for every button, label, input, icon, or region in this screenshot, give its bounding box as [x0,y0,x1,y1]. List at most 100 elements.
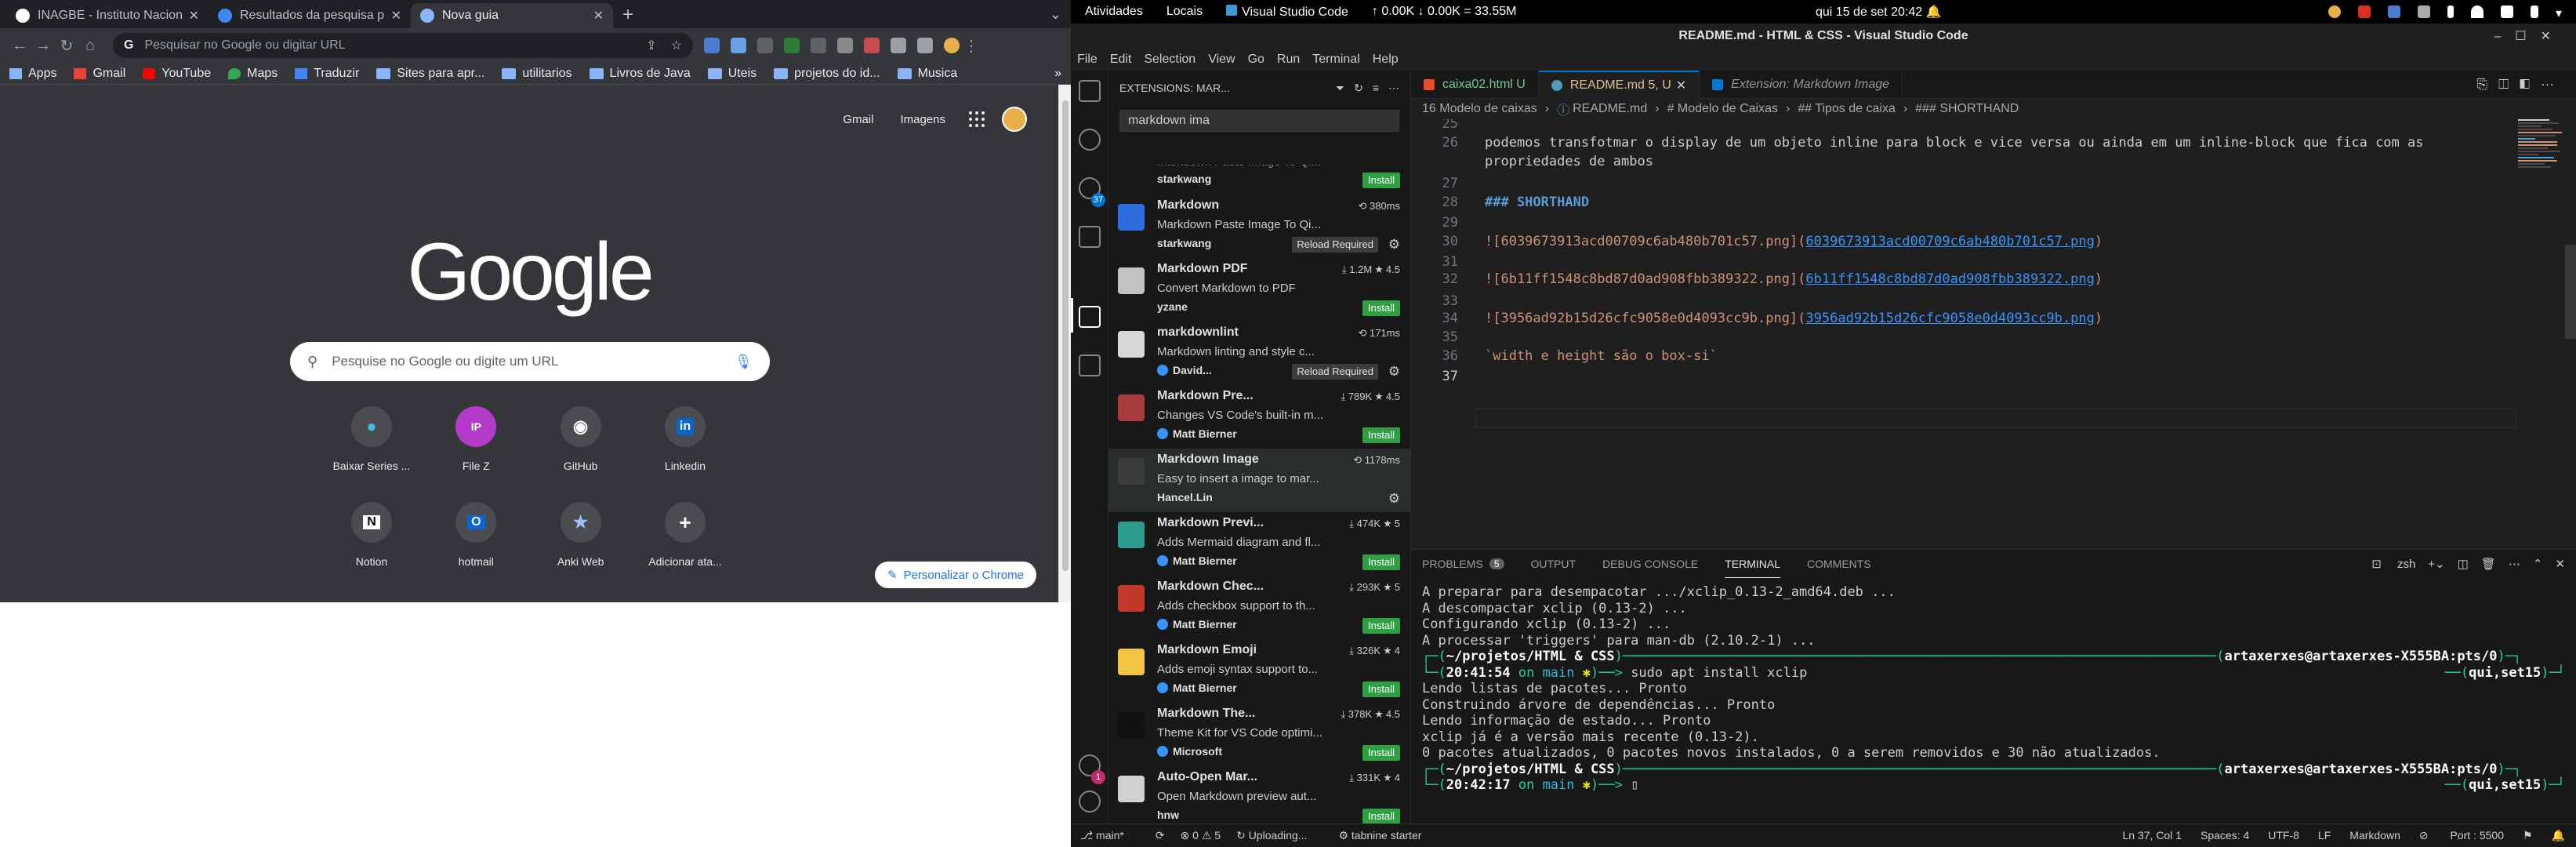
extension-item[interactable]: Markdown Image ⟲ 1178ms Easy to insert a i… [1108,449,1411,512]
explorer-icon[interactable] [1079,80,1101,102]
install-button[interactable]: Install [1362,682,1400,697]
install-button[interactable]: Install [1362,300,1400,316]
activities-button[interactable]: Atividades [1085,5,1143,19]
reload-icon[interactable]: ↻ [55,36,78,56]
volume-icon[interactable] [2500,5,2513,18]
indentation[interactable]: Spaces: 4 [2200,829,2249,842]
extension-item[interactable]: Markdown Pre... ⤓ 789K ★ 4.5 Changes VS Co… [1108,385,1411,449]
chrome-tray-icon[interactable] [2327,5,2341,18]
feedback-icon[interactable]: ⚑ [2523,829,2533,842]
more-actions-icon[interactable]: ⋯ [1388,82,1399,95]
extension-item[interactable]: Markdown Emoji ⤓ 326K ★ 4 Adds emoji synta… [1108,639,1411,703]
breadcrumb-item[interactable]: 16 Modelo de caixas [1422,102,1537,116]
omnibox[interactable]: G Pesquisar no Google ou digitar URL ⇪ ☆ [113,33,693,58]
notifications-bell-icon[interactable]: 🔔 [2552,829,2565,842]
link-url[interactable]: 3956ad92b15d26cfc9058e0d4093cc9b.png [1805,311,2094,326]
home-icon[interactable]: ⌂ [78,37,102,55]
install-button[interactable]: Install [1362,809,1400,823]
tray-app-icon[interactable] [2417,5,2430,18]
customize-chrome-button[interactable]: ✎ Personalizar o Chrome [875,562,1036,588]
menu-go[interactable]: Go [1248,53,1264,67]
manage-gear-icon[interactable]: ⚙ [1388,237,1400,253]
install-button[interactable]: Install [1362,427,1400,443]
share-icon[interactable]: ⇪ [646,38,656,53]
encoding[interactable]: UTF-8 [2268,829,2299,842]
extension-icon[interactable] [731,38,746,53]
extensions-icon[interactable] [1079,306,1101,328]
live-server-port[interactable]: ⊘ Port : 5500 [2419,829,2504,842]
extension-item[interactable]: Markdown Paste Image To Qi... starkwang In… [1108,165,1411,194]
places-menu[interactable]: Locais [1166,5,1203,19]
chrome-menu-icon[interactable]: ⋮ [960,36,983,56]
tabnine-indicator[interactable]: ⚙ tabnine starter [1338,829,1437,842]
bookmark-folder[interactable]: Musica [897,67,957,81]
close-tab-icon[interactable]: ✕ [189,8,199,24]
extension-icon[interactable] [864,38,880,53]
close-tab-icon[interactable]: ✕ [1676,78,1686,93]
tab-debug-console[interactable]: DEBUG CONSOLE [1602,550,1698,578]
menu-run[interactable]: Run [1277,53,1300,67]
filter-icon[interactable]: ⏷ [1336,82,1344,95]
problems-indicator[interactable]: ⊗ 0 ⚠ 5 [1181,829,1221,842]
menu-file[interactable]: File [1077,53,1098,67]
end-of-line[interactable]: LF [2318,829,2331,842]
tab-readme[interactable]: README.md 5, U ✕ [1538,71,1700,99]
close-tab-icon[interactable]: ✕ [593,8,604,24]
search-icon[interactable] [1079,129,1101,151]
extension-item[interactable]: Markdown Chec... ⤓ 293K ★ 5 Adds checkbox … [1108,576,1411,639]
manage-gear-icon[interactable] [1079,791,1101,812]
menu-terminal[interactable]: Terminal [1312,53,1359,67]
window-controls[interactable]: –☐✕ [2494,28,2565,44]
extensions-search-input[interactable]: markdown ima [1119,110,1399,132]
menu-edit[interactable]: Edit [1110,53,1132,67]
close-tab-icon[interactable]: ✕ [391,8,401,24]
tab-output[interactable]: OUTPUT [1531,550,1576,578]
sidepanel-icon[interactable] [917,38,933,53]
tab-problems[interactable]: PROBLEMS 5 [1422,550,1504,578]
link-url[interactable]: 6039673913acd00709c6ab480b701c57.png [1805,234,2094,249]
editor-actions[interactable]: ⎘◫◧⋯ [2477,71,2565,99]
tab-comments[interactable]: COMMENTS [1807,550,1871,578]
bookmark-folder[interactable]: Sites para apr... [376,67,484,81]
extension-item[interactable]: Markdown The... ⤓ 378K ★ 4.5 Theme Kit for… [1108,703,1411,766]
split-terminal-icon[interactable]: ◫ [2458,557,2469,571]
close-panel-icon[interactable]: ✕ [2555,557,2565,571]
bookmark-gmail[interactable]: Gmail [74,67,125,81]
tray-app-icon[interactable] [2387,5,2400,18]
voice-search-icon[interactable]: 🎙 [735,354,753,370]
tray-app-icon[interactable] [2357,5,2371,18]
breadcrumb-item[interactable]: ## Tipos de caixa [1798,102,1896,116]
bookmark-maps[interactable]: Maps [228,67,278,81]
google-apps-icon[interactable] [969,111,985,127]
shortcut-tile[interactable]: ● Baixar Series ... [325,406,419,472]
bookmark-folder[interactable]: utilitarios [502,67,572,81]
run-debug-icon[interactable] [1079,226,1101,248]
power-menu-icon[interactable]: ▾ [2556,5,2562,20]
breadcrumb-item[interactable]: # Modelo de Caixas [1667,102,1778,116]
terminal-shell-selector[interactable]: ⊡ zsh [2371,557,2415,571]
images-link[interactable]: Imagens [900,113,945,126]
shortcut-tile[interactable]: Ohotmail [429,502,523,568]
extension-item[interactable]: markdownlint ⟲ 171ms Markdown linting and … [1108,322,1411,385]
manage-gear-icon[interactable]: ⚙ [1388,491,1400,507]
breadcrumb-item[interactable]: ### SHORTHAND [1915,102,2019,116]
install-button[interactable]: Install [1362,745,1400,761]
shortcut-tile[interactable]: ◉ GitHub [534,406,628,472]
gmail-link[interactable]: Gmail [843,113,873,126]
breadcrumb-item[interactable]: README.md [1573,102,1647,116]
install-button[interactable]: Install [1362,173,1400,188]
minimap[interactable] [2518,119,2565,549]
extension-item[interactable]: Auto-Open Mar... ⤓ 331K ★ 4 Open Markdown … [1108,766,1411,823]
remote-explorer-icon[interactable] [1079,354,1101,376]
shortcut-tile[interactable]: IP File Z [429,406,523,472]
cursor-position[interactable]: Ln 37, Col 1 [2123,829,2182,842]
terminal-output[interactable]: A preparar para desempacotar .../xclip_0… [1422,584,2565,794]
link-url[interactable]: 6b11ff1548c8bd87d0ad908fbb389322.png [1805,271,2094,287]
bookmark-translate[interactable]: Traduzir [295,67,359,81]
clock[interactable]: qui 15 de set 20:42 🔔 [1816,4,1941,20]
shortcut-tile[interactable]: ★ Anki Web [534,502,628,568]
code-editor[interactable]: 25 26 podemos transfotmar o display de um … [1411,119,2576,549]
tab-extension-markdown-image[interactable]: Extension: Markdown Image [1700,71,1903,99]
menu-help[interactable]: Help [1373,53,1399,67]
editor-scrollbar[interactable] [2565,245,2576,339]
